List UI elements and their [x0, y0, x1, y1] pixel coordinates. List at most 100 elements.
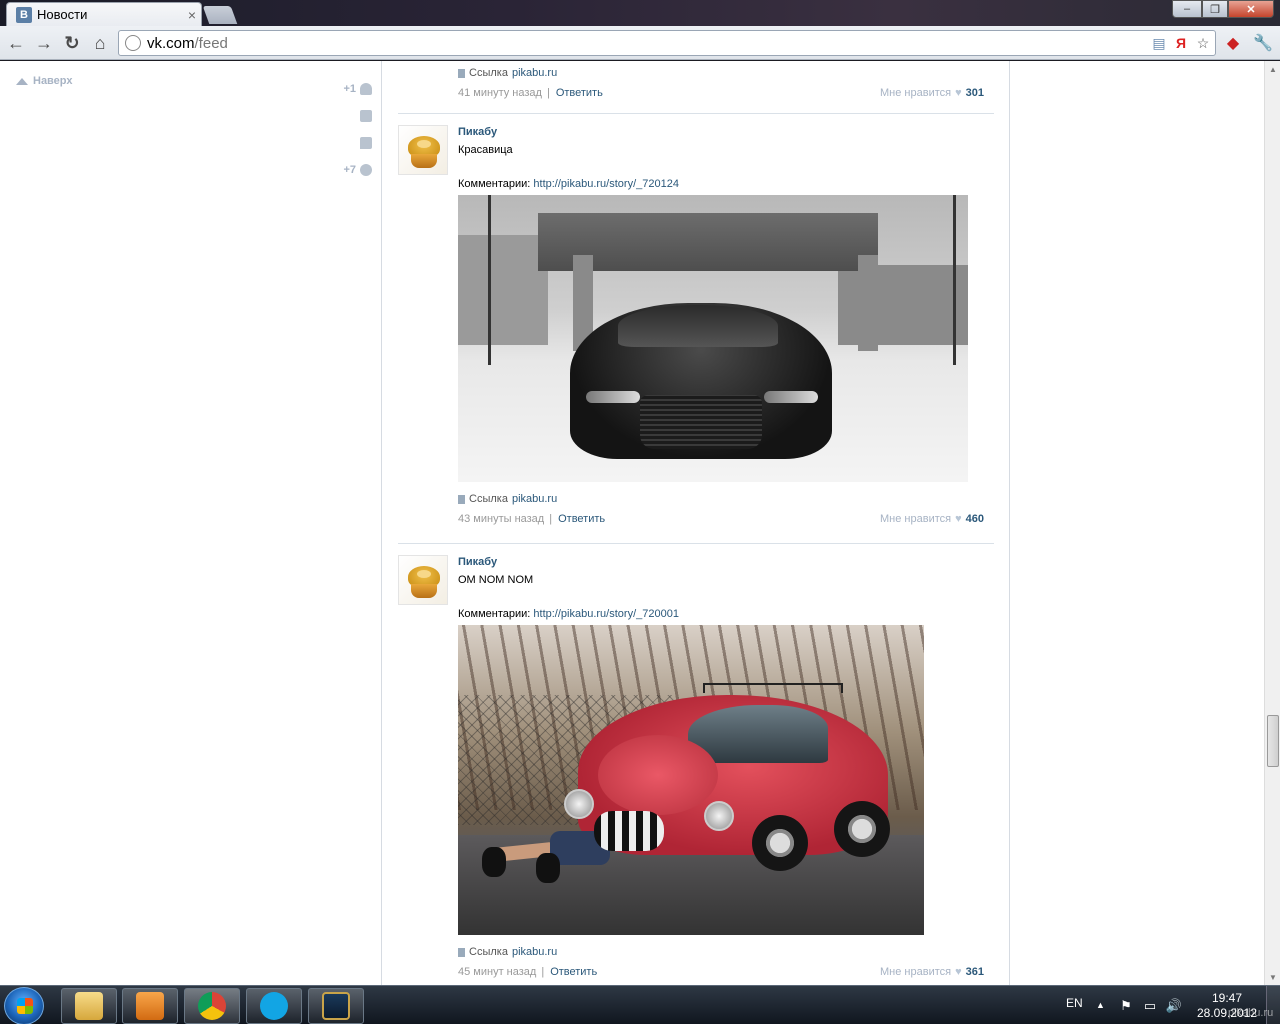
address-bar[interactable]: vk.com/feed ▤ Я ☆ — [118, 30, 1216, 56]
url-host: vk.com — [147, 34, 195, 52]
scroll-to-top-label: Наверх — [33, 75, 73, 87]
scroll-down-icon[interactable]: ▼ — [1265, 969, 1280, 985]
post-text: OM NOM NOM — [458, 574, 534, 586]
post-time[interactable]: 41 минуту назад — [458, 87, 542, 99]
tree — [953, 195, 956, 365]
reload-icon[interactable]: ↻ — [60, 31, 84, 55]
taskbar-media-player[interactable] — [122, 988, 178, 1024]
chrome-icon — [198, 992, 226, 1020]
gear-icon — [360, 163, 372, 176]
post-comments: Комментарии: http://pikabu.ru/story/_720… — [458, 178, 679, 190]
messages-counter[interactable] — [320, 102, 372, 129]
feed-post: Пикабу Красавица Комментарии: http://pik… — [398, 125, 994, 545]
scrollbar-thumb[interactable] — [1267, 715, 1279, 767]
left-counters: +1 +7 — [320, 75, 372, 183]
start-button[interactable] — [4, 987, 44, 1024]
windows-taskbar: EN ▲ ⚑ ▭ 🔊 19:47 28.09.2012 — [0, 985, 1280, 1024]
vertical-scrollbar[interactable]: ▲ ▼ — [1264, 61, 1280, 985]
scroll-to-top-link[interactable]: Наверх — [16, 75, 73, 87]
post-time[interactable]: 45 минут назад — [458, 966, 536, 978]
person-shirt — [594, 811, 664, 851]
comments-url[interactable]: http://pikabu.ru/story/_720001 — [533, 608, 679, 620]
avatar[interactable] — [398, 125, 448, 175]
link-source: Ссылка pikabu.ru — [458, 946, 557, 958]
extension-icon[interactable]: ◆ — [1222, 32, 1244, 54]
taskbar-chrome[interactable] — [184, 988, 240, 1024]
like-button[interactable]: Мне нравится ♥ 361 — [880, 966, 984, 978]
car-headlight — [564, 789, 594, 819]
forward-icon[interactable]: → — [32, 31, 56, 55]
settings-counter[interactable]: +7 — [320, 156, 372, 183]
separator: | — [549, 513, 553, 525]
post-meta-row: 43 минуты назад | Ответить Мне нравится … — [458, 513, 984, 525]
pin-icon — [458, 494, 465, 504]
skype-icon — [260, 992, 288, 1020]
post-link-row: Ссылка pikabu.ru — [458, 493, 984, 505]
bridge-pillar — [858, 255, 878, 351]
league-of-legends-icon — [322, 992, 350, 1020]
post-divider — [398, 113, 994, 114]
action-center-icon[interactable]: ⚑ — [1118, 998, 1134, 1014]
link-source: Ссылка pikabu.ru — [458, 67, 557, 79]
volume-icon[interactable]: 🔊 — [1166, 998, 1182, 1014]
scroll-up-icon[interactable]: ▲ — [1265, 61, 1280, 77]
link-domain[interactable]: pikabu.ru — [512, 946, 557, 958]
post-photo[interactable] — [458, 195, 968, 482]
like-count: 301 — [965, 87, 984, 99]
pin-icon — [458, 947, 465, 957]
language-indicator[interactable]: EN — [1066, 996, 1083, 1010]
new-tab-button[interactable] — [202, 6, 238, 24]
heart-icon: ♥ — [955, 87, 962, 99]
reply-link[interactable]: Ответить — [556, 87, 603, 99]
yandex-icon[interactable]: Я — [1173, 34, 1189, 52]
page-icon[interactable]: ▤ — [1151, 34, 1167, 52]
post-author[interactable]: Пикабу — [458, 556, 497, 568]
like-label: Мне нравится — [880, 966, 952, 978]
link-domain[interactable]: pikabu.ru — [512, 67, 557, 79]
shoe — [536, 853, 560, 883]
like-button[interactable]: Мне нравится ♥ 301 — [880, 87, 984, 99]
minimize-button[interactable]: – — [1172, 0, 1202, 18]
roof-rack — [703, 683, 843, 693]
link-domain[interactable]: pikabu.ru — [512, 493, 557, 505]
like-count: 460 — [965, 513, 984, 525]
muffin-hole — [417, 140, 431, 148]
clock-time: 19:47 — [1211, 991, 1243, 1005]
link-label: Ссылка — [469, 493, 508, 505]
friends-counter[interactable]: +1 — [320, 75, 372, 102]
pin-icon — [458, 68, 465, 78]
building — [458, 235, 548, 345]
maximize-button[interactable]: ❐ — [1202, 0, 1228, 18]
window-titlebar: В Новости × – ❐ ✕ — [0, 0, 1280, 26]
like-button[interactable]: Мне нравится ♥ 460 — [880, 513, 984, 525]
close-window-button[interactable]: ✕ — [1228, 0, 1274, 18]
post-photo[interactable] — [458, 625, 924, 935]
bookmark-star-icon[interactable]: ☆ — [1195, 34, 1211, 52]
back-icon[interactable]: ← — [4, 31, 28, 55]
post-time[interactable]: 43 минуты назад — [458, 513, 544, 525]
taskbar-explorer[interactable] — [61, 988, 117, 1024]
tab-close-icon[interactable]: × — [183, 7, 201, 23]
post-author[interactable]: Пикабу — [458, 126, 497, 138]
comments-url[interactable]: http://pikabu.ru/story/_720124 — [533, 178, 679, 190]
separator: | — [546, 87, 550, 99]
like-label: Мне нравится — [880, 87, 952, 99]
media-player-icon — [136, 992, 164, 1020]
taskbar-league-of-legends[interactable] — [308, 988, 364, 1024]
mail-icon — [360, 109, 372, 122]
reply-link[interactable]: Ответить — [550, 966, 597, 978]
wrench-icon[interactable]: 🔧 — [1252, 32, 1274, 54]
link-label: Ссылка — [469, 67, 508, 79]
home-icon[interactable]: ⌂ — [88, 31, 112, 55]
comments-counter[interactable] — [320, 129, 372, 156]
page-content: Наверх +1 +7 Ссылка pikabu.ru 41 минуту … — [0, 61, 1264, 985]
tray-expand-icon[interactable]: ▲ — [1096, 1000, 1105, 1010]
network-icon[interactable]: ▭ — [1142, 998, 1158, 1014]
post-comments: Комментарии: http://pikabu.ru/story/_720… — [458, 608, 679, 620]
reply-link[interactable]: Ответить — [558, 513, 605, 525]
tab-news[interactable]: В Новости × — [6, 2, 202, 26]
taskbar-skype[interactable] — [246, 988, 302, 1024]
avatar[interactable] — [398, 555, 448, 605]
post-meta-row: 41 минуту назад | Ответить Мне нравится … — [458, 87, 984, 99]
browser-toolbar: ← → ↻ ⌂ vk.com/feed ▤ Я ☆ ◆ 🔧 — [0, 26, 1280, 60]
